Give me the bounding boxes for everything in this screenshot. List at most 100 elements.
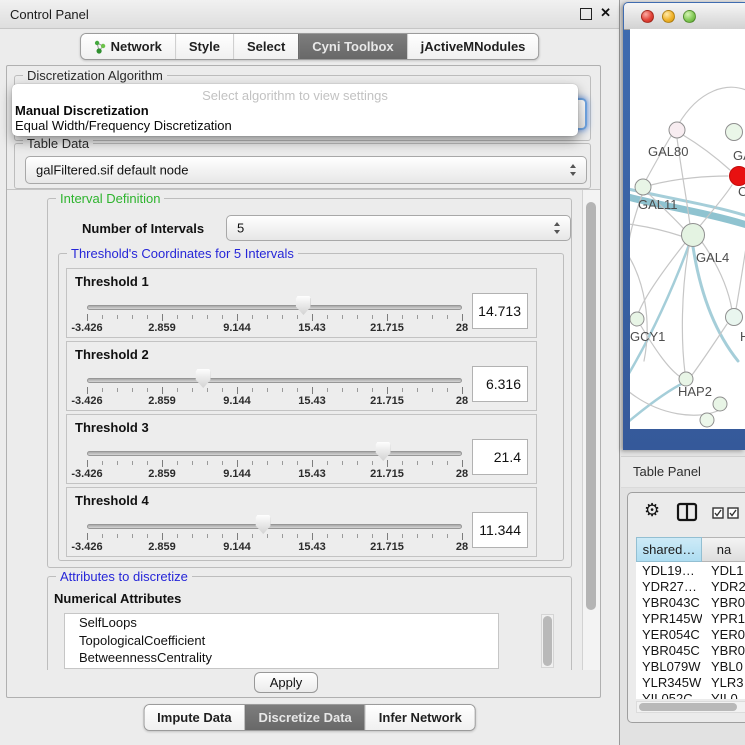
table-horizontal-scrollbar[interactable] (636, 701, 745, 713)
table-cell[interactable]: YLR3 (702, 675, 745, 690)
zoom-traffic-light[interactable] (683, 10, 696, 23)
table-row[interactable]: YDL19…YDL1 (636, 562, 745, 578)
dropdown-item-manual-discretization[interactable]: Manual Discretization (15, 103, 149, 118)
checkbox-icon[interactable] (727, 507, 739, 519)
table-cell[interactable]: YDR2 (702, 579, 745, 594)
attributes-scrollbar[interactable] (541, 614, 554, 668)
network-edge[interactable] (736, 229, 745, 309)
threshold-slider[interactable]: -3.4262.8599.14415.4321.71528 (87, 293, 462, 335)
network-node-H[interactable] (726, 309, 743, 326)
network-edge[interactable] (630, 224, 681, 236)
tick-label: 28 (456, 468, 468, 480)
close-icon[interactable]: ✕ (600, 6, 611, 20)
table-row[interactable]: YER054CYER0 (636, 626, 745, 642)
network-edge[interactable] (651, 176, 728, 185)
tab-infer-network[interactable]: Infer Network (365, 705, 475, 730)
checkbox-icon[interactable] (712, 507, 724, 519)
network-node-GAL80[interactable] (669, 122, 685, 138)
table-row[interactable]: YBL079WYBL0 (636, 658, 745, 674)
slider-thumb[interactable] (296, 296, 311, 315)
network-node-node[interactable] (713, 397, 727, 411)
slider-thumb[interactable] (256, 515, 271, 534)
table-cell[interactable]: YIL0 (702, 691, 745, 700)
network-edge[interactable] (678, 87, 745, 125)
network-node-GAL4[interactable] (682, 224, 705, 247)
tab-impute-data[interactable]: Impute Data (144, 705, 244, 730)
tab-network[interactable]: Network (81, 34, 175, 59)
table-cell[interactable]: YER0 (702, 627, 745, 642)
network-edge[interactable] (630, 382, 685, 422)
table-cell[interactable]: YDL1 (702, 563, 745, 578)
network-canvas[interactable]: GAL80GACGAL11GAL4GCY1HHAP2 (630, 29, 745, 429)
slider-track[interactable] (87, 524, 462, 529)
slider-thumb[interactable] (196, 369, 211, 388)
network-node-selected-red[interactable] (730, 167, 745, 186)
table-cell[interactable]: YLR345W (636, 675, 702, 690)
table-row[interactable]: YBR043CYBR0 (636, 594, 745, 610)
column-header-name[interactable]: na (702, 537, 745, 562)
slider-thumb[interactable] (376, 442, 391, 461)
attribute-item[interactable]: TopologicalCoefficient (65, 632, 498, 650)
tab-jactivemnodules[interactable]: jActiveMNodules (407, 34, 539, 59)
table-cell[interactable]: YBR045C (636, 643, 702, 658)
table-cell[interactable]: YIL052C (636, 691, 702, 700)
table-row[interactable]: YLR345WYLR3 (636, 674, 745, 690)
gear-icon[interactable]: ⚙ (644, 500, 660, 521)
number-of-intervals-combobox[interactable]: 5 (226, 215, 571, 241)
float-window-icon[interactable] (580, 8, 592, 20)
network-edge[interactable] (630, 245, 689, 375)
slider-track[interactable] (87, 451, 462, 456)
threshold-value-field[interactable]: 14.713 (472, 293, 528, 329)
column-header-shared-name[interactable]: shared… (636, 537, 702, 562)
threshold-slider[interactable]: -3.4262.8599.14415.4321.71528 (87, 366, 462, 408)
network-edge[interactable] (682, 246, 689, 373)
table-data-combobox[interactable]: galFiltered.sif default node (25, 156, 587, 184)
network-edge[interactable] (683, 135, 730, 170)
threshold-value-field[interactable]: 11.344 (472, 512, 528, 548)
table-row[interactable]: YDR27…YDR2 (636, 578, 745, 594)
attribute-item[interactable]: SelfLoops (65, 614, 498, 632)
slider-track[interactable] (87, 378, 462, 383)
table-row[interactable]: YIL052CYIL0 (636, 690, 745, 699)
network-node-GCY1[interactable] (630, 312, 644, 326)
table-cell[interactable]: YDL19… (636, 563, 702, 578)
network-node-GAL11[interactable] (635, 179, 651, 195)
table-cell[interactable]: YDR27… (636, 579, 702, 594)
threshold-slider[interactable]: -3.4262.8599.14415.4321.71528 (87, 439, 462, 481)
close-traffic-light[interactable] (641, 10, 654, 23)
minimize-traffic-light[interactable] (662, 10, 675, 23)
network-node-GA[interactable] (726, 124, 743, 141)
numerical-attributes-list[interactable]: SelfLoopsTopologicalCoefficientBetweenne… (64, 613, 499, 669)
threshold-value-field[interactable]: 21.4 (472, 439, 528, 475)
attribute-item[interactable]: BetweennessCentrality (65, 649, 498, 667)
tick-label: 28 (456, 395, 468, 407)
dropdown-item-equal-width-frequency[interactable]: Equal Width/Frequency Discretization (15, 118, 232, 133)
tick-label: 21.715 (370, 322, 404, 334)
table-cell[interactable]: YBL079W (636, 659, 702, 674)
table-cell[interactable]: YPR1 (702, 611, 745, 626)
table-cell[interactable]: YBR0 (702, 643, 745, 658)
threshold-value-field[interactable]: 6.316 (472, 366, 528, 402)
tab-select[interactable]: Select (233, 34, 298, 59)
tick-label: -3.426 (71, 395, 102, 407)
tab-cyni-toolbox[interactable]: Cyni Toolbox (298, 34, 406, 59)
tab-style[interactable]: Style (175, 34, 233, 59)
table-row[interactable]: YPR145WYPR1 (636, 610, 745, 626)
threshold-slider[interactable]: -3.4262.8599.14415.4321.71528 (87, 512, 462, 554)
slider-track[interactable] (87, 305, 462, 310)
network-node-node[interactable] (700, 413, 714, 427)
table-row[interactable]: YBR045CYBR0 (636, 642, 745, 658)
table-cell[interactable]: YBL0 (702, 659, 745, 674)
split-columns-icon[interactable] (676, 502, 698, 522)
network-edge[interactable] (692, 324, 727, 375)
table-cell[interactable]: YER054C (636, 627, 702, 642)
scrollbar-thumb[interactable] (543, 616, 552, 666)
table-cell[interactable]: YPR145W (636, 611, 702, 626)
scrollbar-thumb[interactable] (639, 703, 737, 711)
settings-vertical-scrollbar[interactable] (582, 190, 600, 670)
table-cell[interactable]: YBR0 (702, 595, 745, 610)
scrollbar-thumb[interactable] (586, 202, 596, 610)
apply-button[interactable]: Apply (254, 672, 318, 693)
table-cell[interactable]: YBR043C (636, 595, 702, 610)
tab-discretize-data[interactable]: Discretize Data (245, 705, 365, 730)
